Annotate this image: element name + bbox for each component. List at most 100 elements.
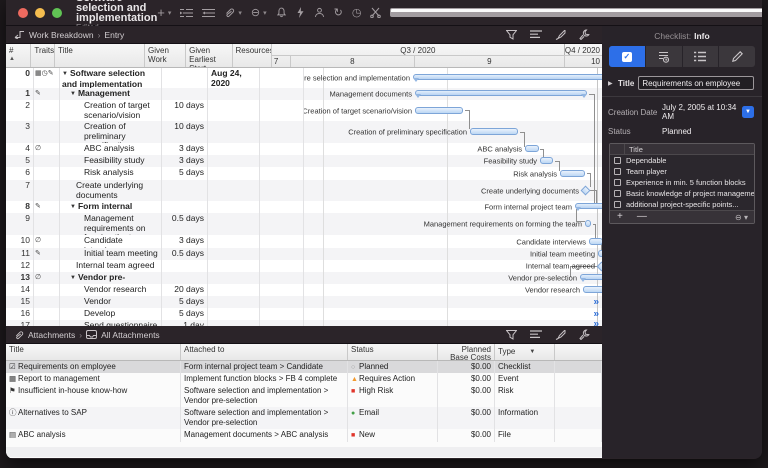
style-brush-icon[interactable]: [555, 330, 566, 340]
tab-checklist[interactable]: ✓: [609, 46, 646, 67]
outline-row[interactable]: 2Creation of target scenario/vision10 da…: [6, 100, 602, 121]
gantt-summary-bar[interactable]: [415, 90, 587, 96]
outline-row[interactable]: 4∅ABC analysis3 daysABC analysis: [6, 143, 602, 155]
column-header-num[interactable]: #▲: [6, 44, 31, 67]
grouping-icon[interactable]: [530, 330, 542, 339]
outline-row[interactable]: 12Internal team agreedInternal team agre…: [6, 260, 602, 272]
outline-row[interactable]: 13∅▼Vendor pre-selectionVendor pre-selec…: [6, 272, 602, 284]
checkbox-icon[interactable]: [614, 190, 621, 197]
status-chevron-icon[interactable]: ▾: [263, 9, 267, 17]
checklist-item[interactable]: Basic knowledge of project management: [610, 188, 754, 199]
outline-row[interactable]: 15Vendor documentation5 days»: [6, 296, 602, 308]
outline-row[interactable]: 8✎▼Form internal project teamForm intern…: [6, 201, 602, 213]
indent-icon[interactable]: [180, 8, 193, 18]
column-header-given-earliest-start[interactable]: Given Earliest Start: [186, 44, 232, 67]
checklist-item[interactable]: additional project-specific points...: [610, 199, 754, 210]
outline-row[interactable]: 9Management requirements on forming the …: [6, 213, 602, 235]
gantt-milestone[interactable]: [597, 261, 602, 271]
minimize-window-button[interactable]: [35, 8, 45, 18]
gantt-milestone[interactable]: [581, 186, 591, 196]
outline-row[interactable]: 6Risk analysis5 daysRisk analysis: [6, 167, 602, 180]
gantt-bar[interactable]: [525, 145, 539, 152]
zoom-window-button[interactable]: [52, 8, 62, 18]
attach-column-type[interactable]: Type▼: [495, 344, 555, 360]
breadcrumb-attachments[interactable]: Attachments: [28, 330, 75, 340]
notifications-bell-icon[interactable]: [276, 7, 287, 18]
sync-icon[interactable]: ↻: [334, 6, 343, 19]
breadcrumb-mode[interactable]: Entry: [104, 30, 124, 40]
gantt-bar[interactable]: [415, 107, 463, 114]
attach-chevron-icon[interactable]: ▾: [238, 9, 242, 17]
attachment-row[interactable]: ▦Report to managementImplement function …: [6, 373, 602, 385]
outline-row[interactable]: 16Develop questionnaire5 days»: [6, 308, 602, 320]
outline-row[interactable]: 3Creation of preliminary specification10…: [6, 121, 602, 143]
gantt-summary-bar[interactable]: [575, 203, 602, 209]
outdent-icon[interactable]: [202, 8, 215, 18]
attachment-row[interactable]: ⚑Insufficient in-house know-howSoftware …: [6, 385, 602, 407]
outline-row[interactable]: 10∅Candidate interviews3 daysCandidate i…: [6, 235, 602, 248]
checklist-item[interactable]: Team player: [610, 166, 754, 177]
outline-row[interactable]: 17Send questionnaire to pre-1 day»: [6, 320, 602, 326]
close-window-button[interactable]: [18, 8, 28, 18]
status-circle-icon[interactable]: ⊖: [251, 6, 260, 19]
outline-row[interactable]: 5Feasibility study3 daysFeasibility stud…: [6, 155, 602, 167]
gantt-bar[interactable]: [470, 128, 518, 135]
gantt-bar[interactable]: [589, 238, 602, 245]
checkbox-icon[interactable]: [614, 157, 621, 164]
column-header-given-work[interactable]: Given Work: [145, 44, 186, 67]
actions-lightning-icon[interactable]: [296, 7, 305, 18]
gantt-bar[interactable]: [585, 220, 591, 227]
disclosure-triangle-icon[interactable]: ▶: [608, 80, 614, 87]
grouping-icon[interactable]: [530, 30, 542, 39]
resources-person-icon[interactable]: [314, 7, 325, 18]
item-status-dropdown[interactable]: ⊖ ▾: [735, 213, 754, 222]
tab-list[interactable]: [683, 46, 720, 67]
checkbox-icon[interactable]: [614, 201, 621, 208]
attach-column-status[interactable]: Status: [348, 344, 438, 360]
gantt-bar[interactable]: [583, 286, 602, 293]
panel-main-toggle-icon[interactable]: [390, 8, 762, 17]
gantt-bar[interactable]: [540, 157, 553, 164]
checkbox-icon[interactable]: [614, 168, 621, 175]
attachment-row[interactable]: ☑Requirements on employeeForm internal p…: [6, 361, 602, 373]
attach-icon[interactable]: [224, 7, 235, 18]
remove-item-button[interactable]: —: [630, 212, 654, 222]
checklist-item[interactable]: Experience in min. 5 function blocks: [610, 177, 754, 188]
attach-column-title[interactable]: Title: [6, 344, 181, 360]
outline-row[interactable]: 14Vendor research20 daysVendor research: [6, 284, 602, 296]
filter-icon[interactable]: [506, 30, 517, 40]
filter-icon[interactable]: [506, 330, 517, 340]
title-input[interactable]: Requirements on employee: [638, 76, 754, 90]
attachment-row[interactable]: ⓘAlternatives to SAPSoftware selection a…: [6, 407, 602, 429]
gantt-summary-bar[interactable]: [413, 74, 602, 80]
disclosure-triangle-icon[interactable]: ▼: [70, 204, 76, 210]
checkbox-icon[interactable]: [614, 179, 621, 186]
type-sort-dropdown-icon[interactable]: ▼: [529, 348, 535, 356]
column-header-title[interactable]: Title: [55, 44, 145, 67]
attach-column-attached-to[interactable]: Attached to: [181, 344, 348, 360]
gantt-summary-bar[interactable]: [580, 274, 602, 280]
outline-row[interactable]: 7Create underlying documentsCreate under…: [6, 180, 602, 201]
add-item-button[interactable]: +: [610, 212, 630, 222]
outline-row[interactable]: 11✎Initial team meeting0.5 daysInitial t…: [6, 248, 602, 260]
disclosure-triangle-icon[interactable]: ▼: [70, 275, 76, 281]
attach-column-planned-base-costs[interactable]: PlannedBase Costs: [438, 344, 495, 360]
creation-date-value[interactable]: July 2, 2005 at 10:34 AM: [662, 103, 738, 121]
column-header-resources[interactable]: Resources: [233, 44, 272, 67]
tab-values[interactable]: [646, 46, 683, 67]
add-chevron-icon[interactable]: ▾: [168, 9, 172, 17]
gantt-bar[interactable]: [560, 170, 585, 177]
tab-edit[interactable]: [719, 46, 755, 67]
column-header-traits[interactable]: Traits: [31, 44, 55, 67]
attachment-row[interactable]: ▤ABC analysisManagement documents > ABC …: [6, 429, 602, 442]
settings-wrench-icon[interactable]: [579, 29, 590, 40]
disclosure-triangle-icon[interactable]: ▼: [70, 91, 76, 97]
cut-tool-icon[interactable]: [370, 7, 381, 18]
history-clock-icon[interactable]: ◷: [352, 6, 362, 19]
breadcrumb-view[interactable]: Work Breakdown: [29, 30, 94, 40]
outline-row[interactable]: 0▦◷✎▼Software selection and implementati…: [6, 68, 602, 88]
disclosure-triangle-icon[interactable]: ▼: [62, 71, 68, 77]
gantt-bar[interactable]: [598, 250, 602, 257]
creation-date-dropdown-button[interactable]: ▼: [742, 106, 754, 118]
breadcrumb-all-attachments[interactable]: All Attachments: [101, 330, 160, 340]
